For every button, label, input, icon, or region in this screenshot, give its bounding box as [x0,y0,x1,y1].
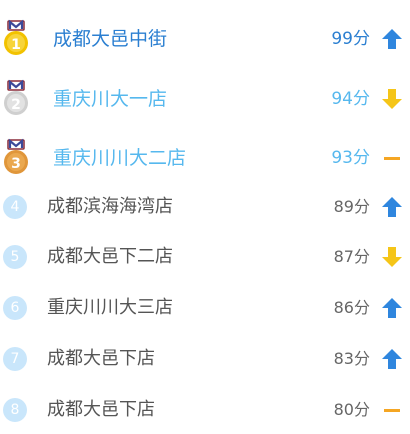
trend-flat-icon [380,146,404,170]
bronze-medal-icon: 3 [3,138,29,176]
ranking-row-2[interactable]: 2 重庆川大一店 94分 [0,79,410,119]
trend-up-icon [380,347,404,371]
store-score: 93分 [331,148,370,168]
rank-number-badge: 8 [3,398,27,422]
trend-flat-icon [380,398,404,422]
trend-down-icon [380,245,404,269]
medal-rank-3: 3 [11,156,21,172]
trend-up-icon [380,195,404,219]
store-score: 89分 [333,197,370,216]
store-score: 83分 [333,349,370,368]
gold-medal-icon: 1 [3,19,29,57]
store-name: 成都大邑下二店 [47,246,173,267]
rank-number-badge: 5 [3,245,27,269]
store-score: 94分 [331,89,370,109]
ranking-row-6[interactable]: 6 重庆川川大三店 86分 [0,288,410,328]
store-name: 成都大邑中街 [53,28,168,50]
ranking-list: 1 成都大邑中街 99分 2 重庆川大一店 94分 3 重庆川川大二店 93分 … [0,0,410,434]
store-score: 87分 [333,247,370,266]
ranking-row-3[interactable]: 3 重庆川川大二店 93分 [0,138,410,178]
ranking-row-7[interactable]: 7 成都大邑下店 83分 [0,339,410,379]
rank-number-badge: 4 [3,195,27,219]
ranking-row-1[interactable]: 1 成都大邑中街 99分 [0,19,410,59]
trend-up-icon [380,296,404,320]
ranking-row-8[interactable]: 8 成都大邑下店 80分 [0,390,410,430]
trend-down-icon [380,87,404,111]
store-score: 80分 [333,400,370,419]
store-name: 成都大邑下店 [47,348,155,369]
store-name: 成都滨海海湾店 [47,196,173,217]
medal-rank-2: 2 [11,97,21,113]
medal-rank-1: 1 [11,37,21,53]
ranking-row-5[interactable]: 5 成都大邑下二店 87分 [0,237,410,277]
store-name: 重庆川川大三店 [47,297,173,318]
trend-up-icon [380,27,404,51]
store-name: 成都大邑下店 [47,399,155,420]
store-name: 重庆川川大二店 [53,147,187,169]
rank-number-badge: 7 [3,347,27,371]
store-score: 86分 [333,298,370,317]
ranking-row-4[interactable]: 4 成都滨海海湾店 89分 [0,187,410,227]
store-score: 99分 [331,29,370,49]
store-name: 重庆川大一店 [53,88,168,110]
silver-medal-icon: 2 [3,79,29,117]
rank-number-badge: 6 [3,296,27,320]
